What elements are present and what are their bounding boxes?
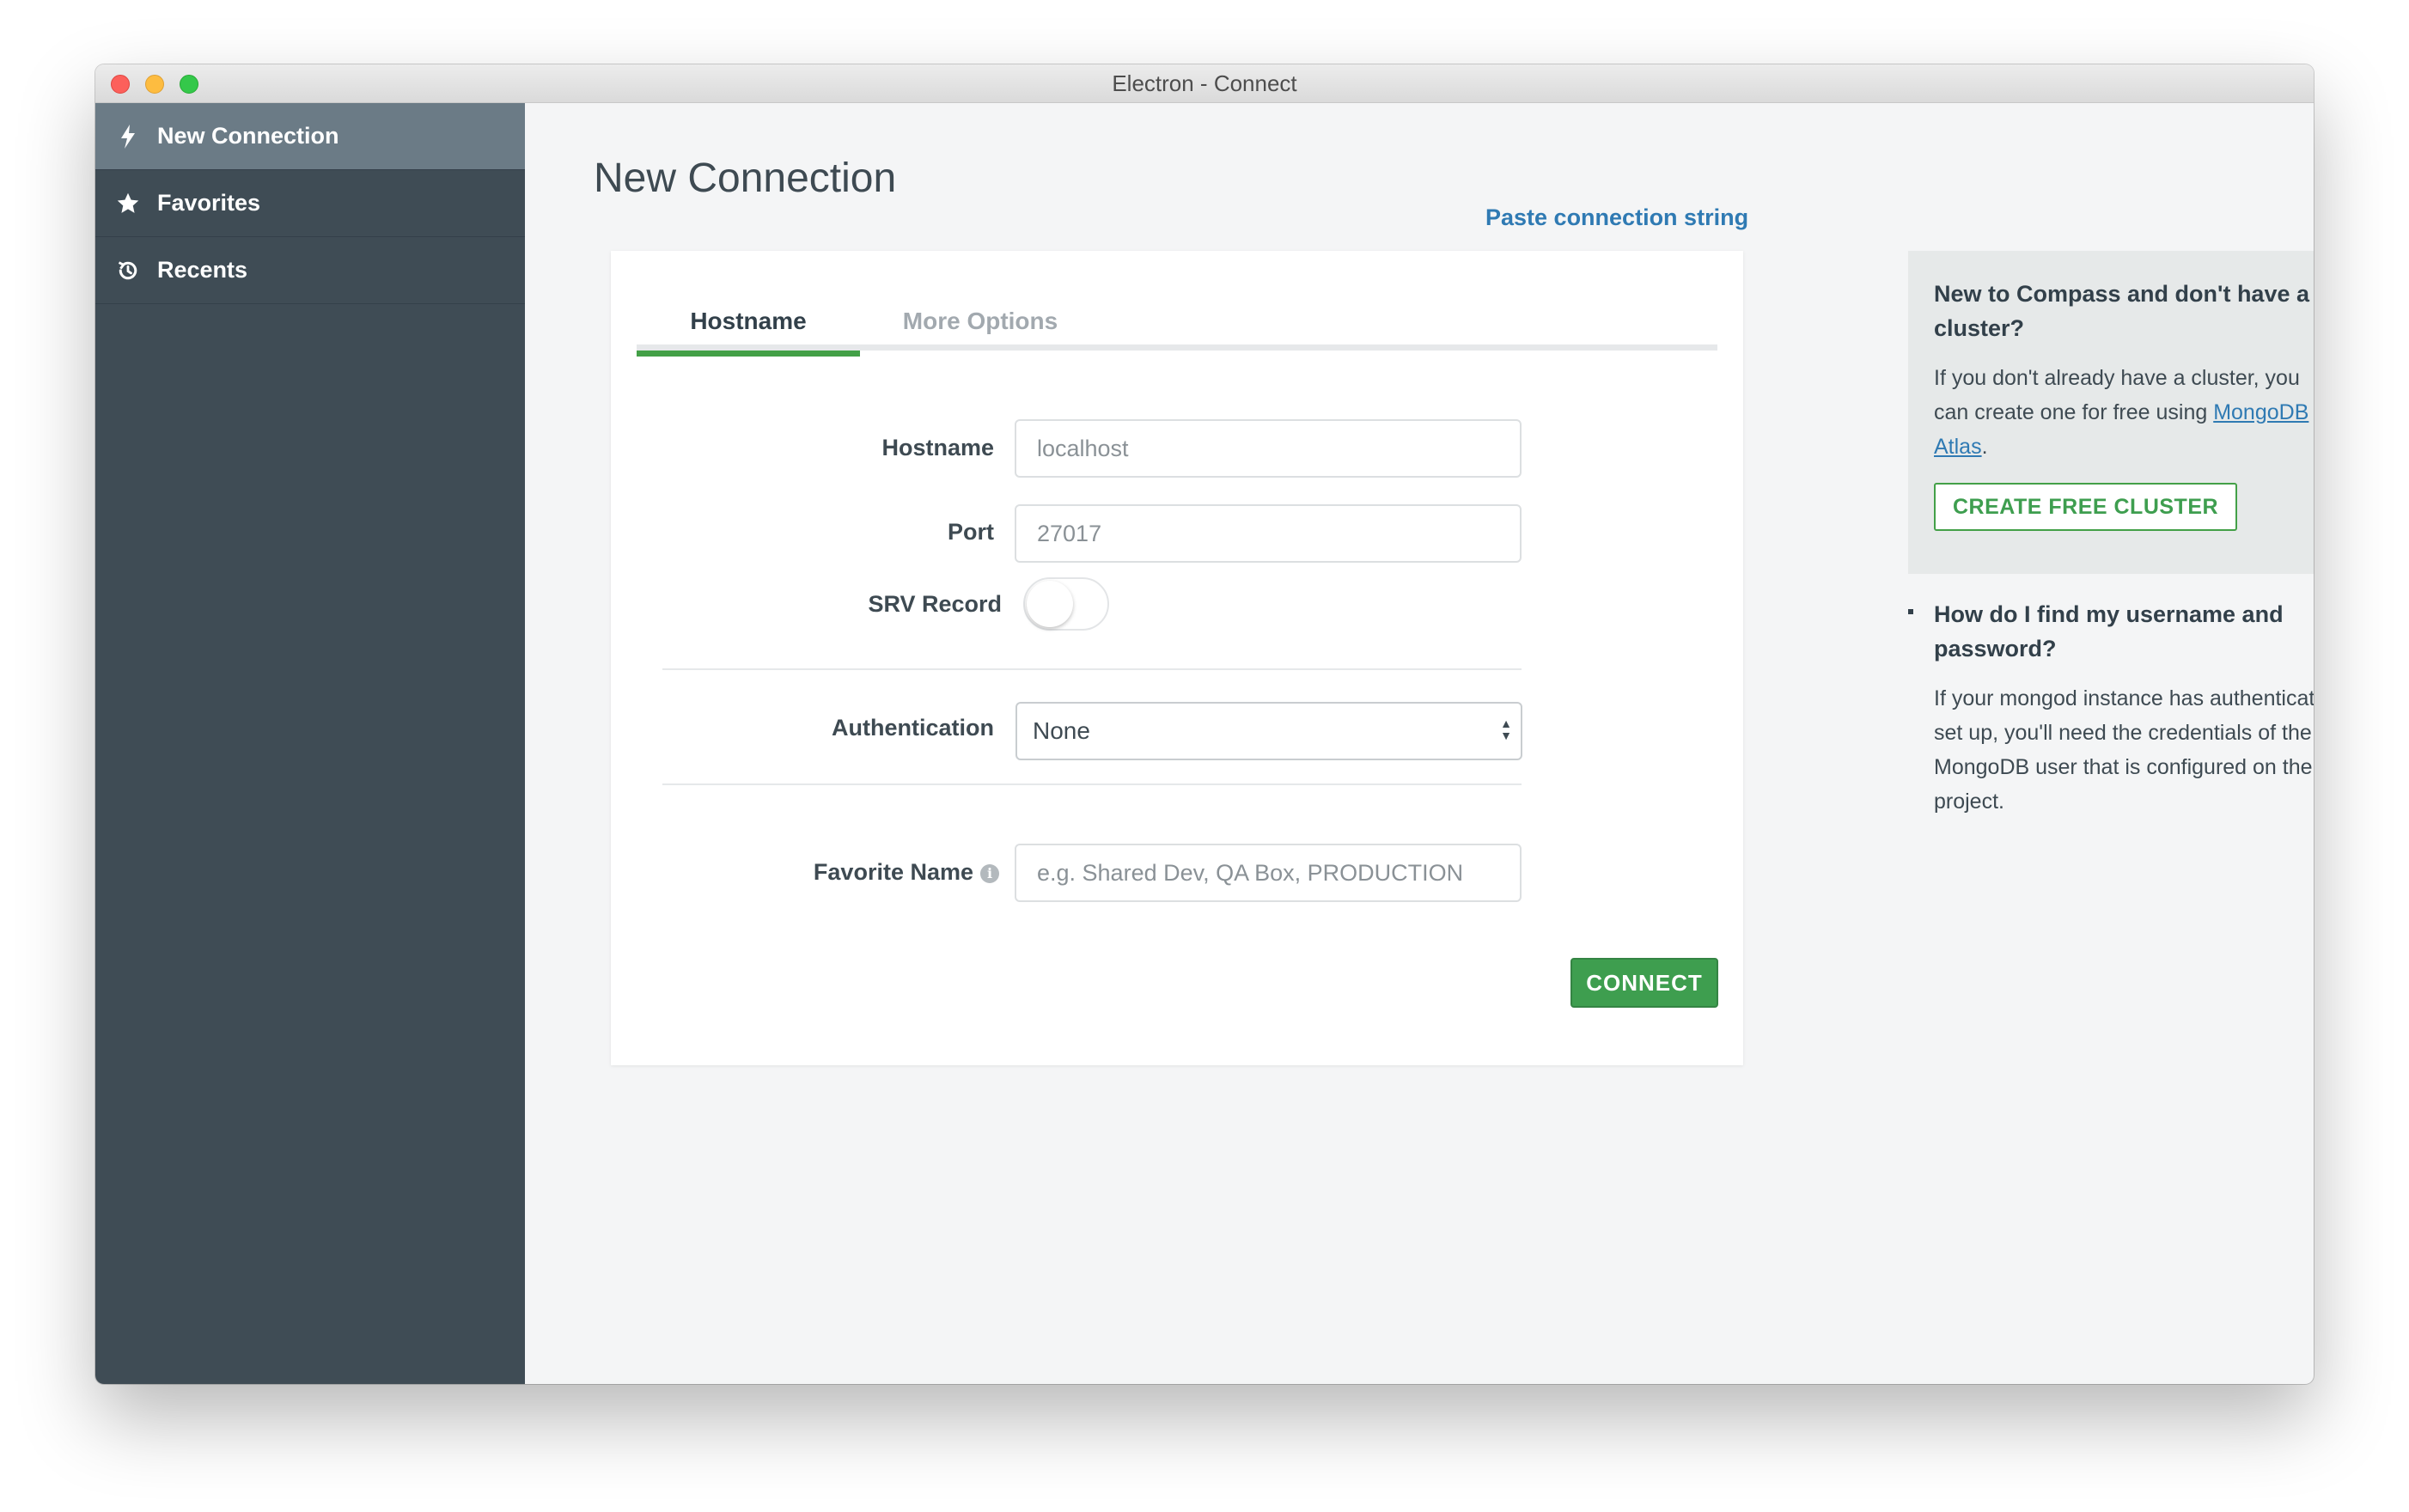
bullet-icon: [1908, 609, 1913, 614]
free-cluster-body-suffix: .: [1981, 435, 1988, 459]
sidebar: New Connection Favorites Recents: [95, 103, 525, 1384]
srv-record-label: SRV Record: [868, 591, 1002, 617]
hostname-label: Hostname: [881, 435, 994, 460]
form-divider: [662, 783, 1522, 785]
faq-section: How do I find my username and password? …: [1908, 597, 2314, 819]
history-icon: [113, 237, 143, 304]
form-divider: [662, 668, 1522, 670]
connection-form-card: Hostname More Options Hostname Port SRV …: [611, 251, 1743, 1065]
faq-body: If your mongod instance has authenticati…: [1934, 686, 2314, 814]
title-bar[interactable]: Electron - Connect: [95, 64, 2314, 103]
sidebar-item-recents[interactable]: Recents: [95, 237, 525, 304]
authentication-select[interactable]: None ▲ ▼: [1015, 702, 1522, 760]
favorite-name-label-text: Favorite Name: [813, 859, 973, 885]
window-title: Electron - Connect: [1112, 70, 1297, 96]
faq-heading[interactable]: How do I find my username and password?: [1934, 597, 2314, 666]
connection-tabs: Hostname More Options: [637, 294, 1717, 357]
authentication-label: Authentication: [832, 715, 994, 741]
toggle-knob: [1027, 581, 1073, 627]
select-arrows-icon: ▲ ▼: [1500, 716, 1512, 742]
tab-hostname[interactable]: Hostname: [637, 294, 860, 357]
star-icon: [113, 170, 143, 237]
free-cluster-heading: New to Compass and don't have a cluster?: [1934, 281, 2309, 341]
port-label: Port: [948, 519, 994, 545]
free-cluster-panel: New to Compass and don't have a cluster?…: [1908, 251, 2314, 574]
sidebar-item-new-connection[interactable]: New Connection: [95, 103, 525, 170]
hostname-input[interactable]: [1015, 419, 1522, 478]
sidebar-item-label: Recents: [157, 257, 248, 283]
free-cluster-body: If you don't already have a cluster, you…: [1934, 361, 2314, 464]
sidebar-item-favorites[interactable]: Favorites: [95, 170, 525, 237]
page-title: New Connection: [594, 155, 897, 201]
sidebar-item-label: Favorites: [157, 190, 261, 216]
sidebar-item-label: New Connection: [157, 123, 339, 149]
srv-record-toggle[interactable]: [1023, 577, 1109, 631]
info-icon[interactable]: i: [980, 864, 999, 883]
favorite-name-label: Favorite Name i: [662, 859, 999, 886]
authentication-selected-value: None: [1033, 717, 1090, 744]
app-window: Electron - Connect New Connection Favori…: [95, 64, 2314, 1384]
create-free-cluster-button[interactable]: CREATE FREE CLUSTER: [1934, 483, 2238, 531]
port-input[interactable]: [1015, 504, 1522, 563]
favorite-name-input[interactable]: [1015, 844, 1522, 902]
connect-button[interactable]: CONNECT: [1570, 958, 1718, 1008]
main-panel: New Connection Paste connection string H…: [525, 103, 2314, 1384]
tab-more-options[interactable]: More Options: [860, 294, 1101, 351]
paste-connection-string-link[interactable]: Paste connection string: [1485, 204, 1748, 231]
lightning-bolt-icon: [113, 103, 143, 170]
